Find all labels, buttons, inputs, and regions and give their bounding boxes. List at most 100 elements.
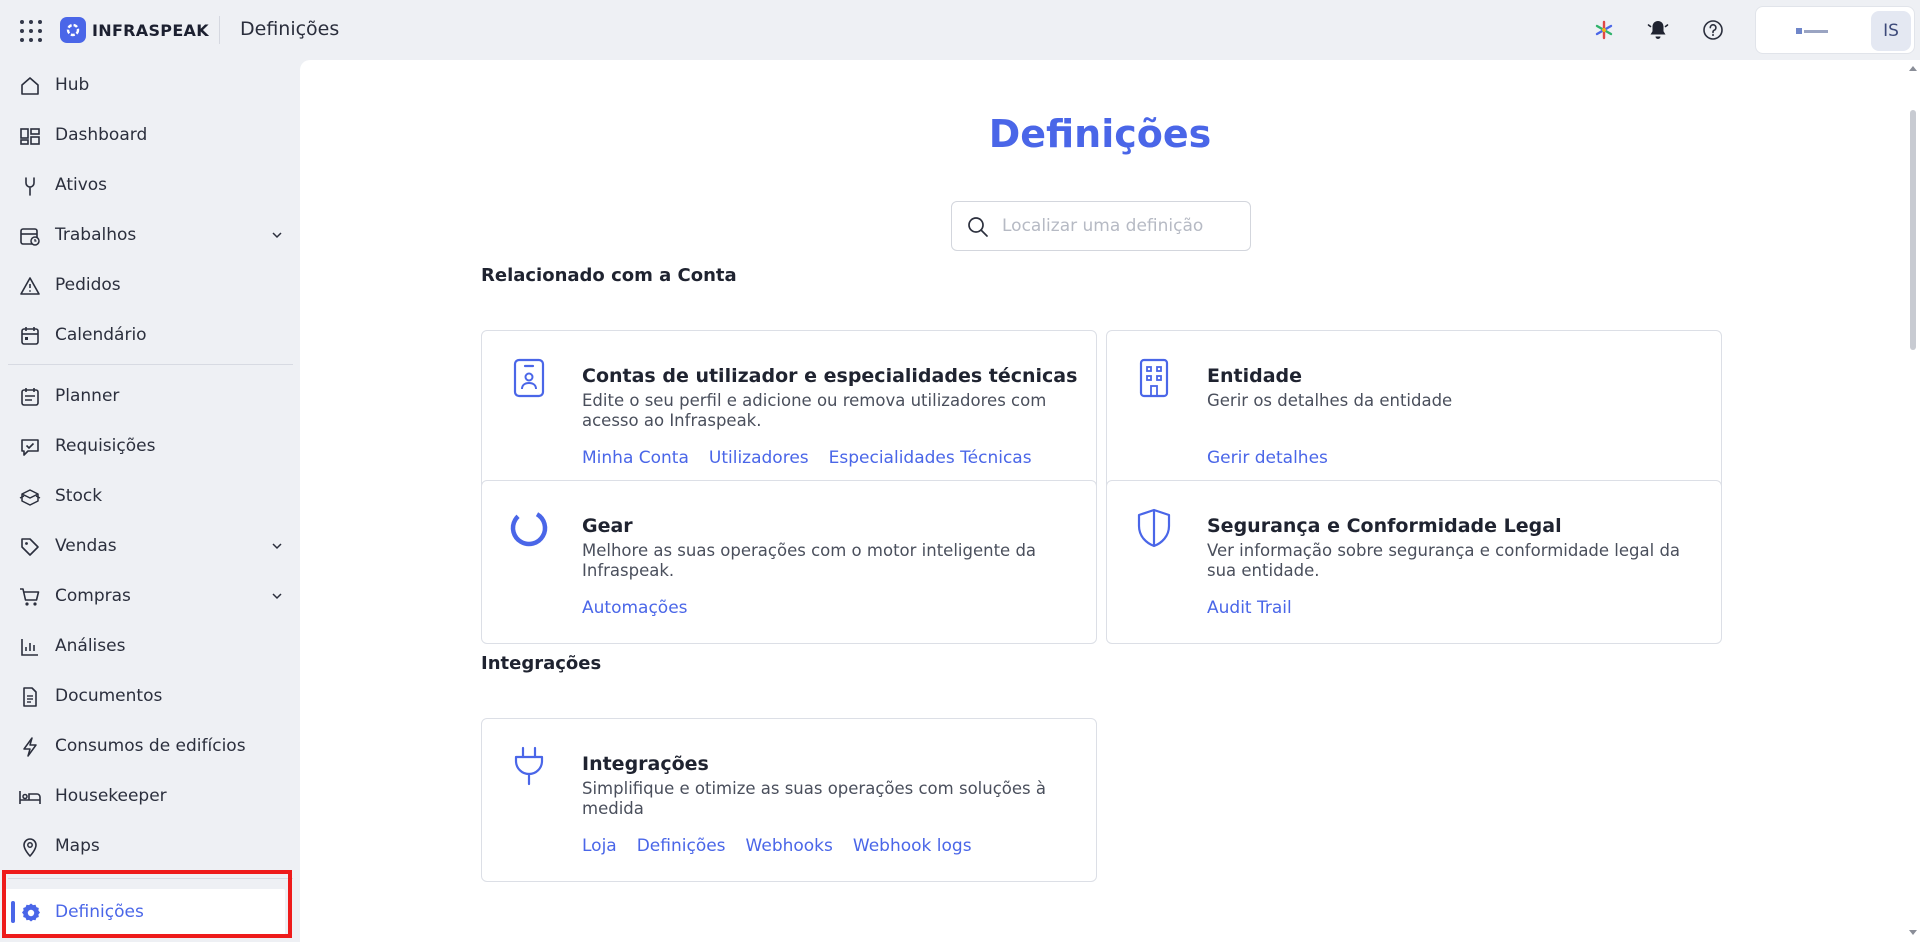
sidebar-item-label: Análises bbox=[55, 636, 126, 656]
card-user-accounts: Contas de utilizador e especialidades té… bbox=[481, 330, 1097, 494]
brand-name: INFRASPEAK bbox=[92, 20, 209, 40]
link-utilizadores[interactable]: Utilizadores bbox=[709, 448, 809, 468]
sidebar-item-vendas[interactable]: Vendas bbox=[0, 523, 298, 569]
sidebar-item-documentos[interactable]: Documentos bbox=[0, 673, 298, 719]
sidebar-item-planner[interactable]: Planner bbox=[0, 373, 298, 419]
account-switcher[interactable]: IS bbox=[1755, 6, 1915, 54]
sidebar-item-ativos[interactable]: Ativos bbox=[0, 162, 298, 208]
sidebar-item-label: Documentos bbox=[55, 686, 163, 706]
card-description: Melhore as suas operações com o motor in… bbox=[582, 541, 1037, 580]
avatar[interactable]: IS bbox=[1871, 11, 1911, 51]
lightning-icon bbox=[18, 735, 42, 759]
map-pin-icon bbox=[18, 835, 42, 859]
sidebar: Hub Dashboard Ativos Trabalhos Pedidos C… bbox=[0, 60, 298, 942]
sidebar-item-dashboard[interactable]: Dashboard bbox=[0, 112, 298, 158]
sidebar-item-pedidos[interactable]: Pedidos bbox=[0, 262, 298, 308]
settings-main-panel: Definições Relacionado com a Conta Conta… bbox=[300, 60, 1906, 942]
sidebar-item-label: Compras bbox=[55, 586, 131, 606]
sidebar-item-housekeeper[interactable]: Housekeeper bbox=[0, 773, 298, 819]
chat-check-icon bbox=[18, 435, 42, 459]
sidebar-item-hub[interactable]: Hub bbox=[0, 62, 298, 108]
sidebar-item-label: Calendário bbox=[55, 325, 147, 345]
plug-icon bbox=[508, 743, 550, 789]
building-icon bbox=[1133, 355, 1175, 401]
help-icon[interactable] bbox=[1699, 16, 1727, 44]
sidebar-item-label: Ativos bbox=[55, 175, 108, 195]
search-icon bbox=[966, 215, 990, 239]
infraspeak-logo-icon bbox=[60, 17, 86, 43]
card-title: Gear bbox=[582, 515, 633, 537]
sidebar-item-maps[interactable]: Maps bbox=[0, 823, 298, 869]
dashboard-icon bbox=[18, 124, 42, 148]
scroll-up-arrow-icon[interactable] bbox=[1909, 66, 1917, 71]
sidebar-item-label: Trabalhos bbox=[55, 225, 137, 245]
sidebar-item-requisicoes[interactable]: Requisições bbox=[0, 423, 298, 469]
ai-sparkle-icon[interactable] bbox=[1590, 16, 1618, 44]
gear-ring-icon bbox=[508, 505, 550, 551]
sidebar-item-compras[interactable]: Compras bbox=[0, 573, 298, 619]
link-definicoes[interactable]: Definições bbox=[637, 836, 726, 856]
card-title: Contas de utilizador e especialidades té… bbox=[582, 365, 1078, 387]
calendar-icon bbox=[18, 324, 42, 348]
link-webhooks[interactable]: Webhooks bbox=[746, 836, 833, 856]
app-launcher-icon[interactable] bbox=[20, 20, 42, 42]
link-webhook-logs[interactable]: Webhook logs bbox=[853, 836, 972, 856]
card-integrations: Integrações Simplifique e otimize as sua… bbox=[481, 718, 1097, 882]
chevron-down-icon[interactable] bbox=[270, 589, 284, 603]
section-title-integrations: Integrações bbox=[481, 653, 602, 674]
page-title: Definições bbox=[988, 112, 1212, 156]
sidebar-item-label: Vendas bbox=[55, 536, 117, 556]
card-description: Simplifique e otimize as suas operações … bbox=[582, 779, 1046, 818]
link-gerir-detalhes[interactable]: Gerir detalhes bbox=[1207, 448, 1328, 468]
sidebar-item-label: Pedidos bbox=[55, 275, 121, 295]
document-icon bbox=[18, 685, 42, 709]
sidebar-item-stock[interactable]: Stock bbox=[0, 473, 298, 519]
sidebar-item-label: Dashboard bbox=[55, 125, 148, 145]
link-minha-conta[interactable]: Minha Conta bbox=[582, 448, 689, 468]
settings-search[interactable] bbox=[951, 201, 1251, 251]
cart-icon bbox=[18, 585, 42, 609]
sidebar-divider bbox=[8, 364, 293, 365]
sidebar-item-label: Requisições bbox=[55, 436, 156, 456]
card-gear: Gear Melhore as suas operações com o mot… bbox=[481, 480, 1097, 644]
calendar-clock-icon bbox=[18, 224, 42, 248]
link-automacoes[interactable]: Automações bbox=[582, 598, 688, 618]
tag-icon bbox=[18, 535, 42, 559]
boxes-icon bbox=[18, 485, 42, 509]
planner-icon bbox=[18, 385, 42, 409]
search-input[interactable] bbox=[1002, 212, 1237, 240]
card-security: Segurança e Conformidade Legal Ver infor… bbox=[1106, 480, 1722, 644]
chevron-down-icon[interactable] bbox=[270, 539, 284, 553]
home-icon bbox=[18, 74, 42, 98]
sidebar-item-consumos[interactable]: Consumos de edifícios bbox=[0, 723, 298, 769]
sidebar-item-label: Maps bbox=[55, 836, 100, 856]
card-title: Entidade bbox=[1207, 365, 1303, 387]
header-page-title: Definições bbox=[240, 18, 340, 40]
card-title: Integrações bbox=[582, 753, 709, 775]
sidebar-item-label: Planner bbox=[55, 386, 120, 406]
sidebar-item-analises[interactable]: Análises bbox=[0, 623, 298, 669]
scrollbar-thumb[interactable] bbox=[1910, 110, 1916, 350]
card-title: Segurança e Conformidade Legal bbox=[1207, 515, 1562, 537]
chevron-down-icon[interactable] bbox=[270, 228, 284, 242]
scroll-down-arrow-icon[interactable] bbox=[1909, 930, 1917, 935]
sidebar-item-label: Stock bbox=[55, 486, 103, 506]
infraspeak-logo[interactable]: INFRASPEAK bbox=[60, 17, 209, 43]
card-description: Edite o seu perfil e adicione ou remova … bbox=[582, 391, 1047, 430]
link-audit-trail[interactable]: Audit Trail bbox=[1207, 598, 1292, 618]
card-description: Ver informação sobre segurança e conform… bbox=[1207, 541, 1681, 580]
card-description: Gerir os detalhes da entidade bbox=[1207, 391, 1453, 410]
highlight-annotation bbox=[2, 870, 292, 938]
company-logo bbox=[1796, 27, 1830, 35]
main-scrollbar[interactable] bbox=[1906, 60, 1920, 942]
sidebar-item-calendario[interactable]: Calendário bbox=[0, 312, 298, 358]
sidebar-item-label: Hub bbox=[55, 75, 90, 95]
link-loja[interactable]: Loja bbox=[582, 836, 617, 856]
card-entity: Entidade Gerir os detalhes da entidade G… bbox=[1106, 330, 1722, 494]
shield-icon bbox=[1133, 505, 1175, 551]
section-title-account: Relacionado com a Conta bbox=[481, 265, 737, 286]
link-especialidades-tecnicas[interactable]: Especialidades Técnicas bbox=[829, 448, 1032, 468]
sidebar-item-trabalhos[interactable]: Trabalhos bbox=[0, 212, 298, 258]
id-badge-icon bbox=[508, 355, 550, 401]
notifications-bell-icon[interactable] bbox=[1644, 16, 1672, 44]
